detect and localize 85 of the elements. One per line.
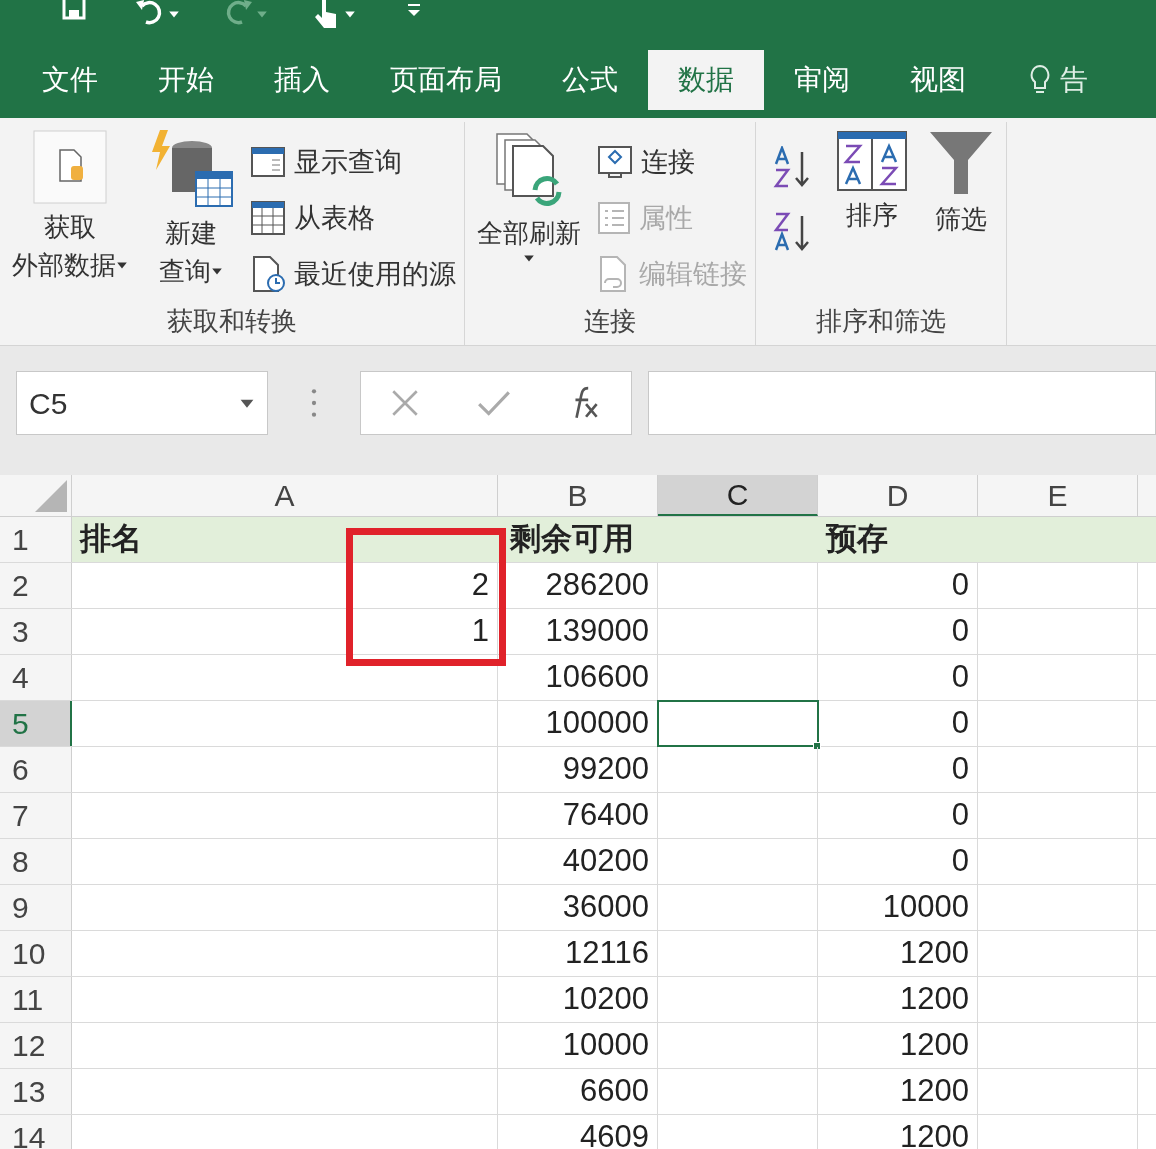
document-icon [33,130,107,204]
group-label: 排序和筛选 [815,305,947,338]
table-cell-text: 1200 [900,934,969,973]
row-header[interactable]: 6 [0,747,72,792]
triangle-icon [35,480,67,512]
window-icon [250,146,286,178]
table-cell-text: 99200 [562,750,649,789]
row-header[interactable]: 9 [0,885,72,930]
filter-icon [928,130,994,196]
table-cell-text: 1200 [900,1026,969,1065]
table-cell-text: 286200 [545,566,649,605]
table-cell-text: 100000 [545,704,649,743]
ribbon-tab[interactable]: 公式 [532,50,648,110]
ribbon-tab[interactable]: 文件 [12,50,128,110]
ribbon-button[interactable]: 显示查询 [250,134,456,190]
ribbon-tab[interactable]: 页面布局 [360,50,532,110]
header-cell-text: 排名 [80,520,142,559]
ribbon-tab[interactable]: 审阅 [764,50,880,110]
row-header[interactable]: 14 [0,1115,72,1149]
ribbon-button[interactable]: 新建 查询 [144,130,238,290]
table-cell-text: 1200 [900,1118,969,1149]
ribbon-button[interactable]: 筛选 [924,130,998,238]
table-cell-text: 0 [951,750,969,789]
ribbon-button[interactable]: 连接 [597,134,747,190]
tell-me-tab[interactable]: 告 [996,50,1088,110]
table-cell-text: 0 [951,704,969,743]
table-cell-text: 10000 [562,1026,649,1065]
row-header[interactable]: 4 [0,655,72,700]
column-header[interactable]: E [978,475,1138,516]
row-header[interactable]: 3 [0,609,72,654]
fill-handle[interactable] [813,742,821,750]
table-cell-text: 6600 [580,1072,649,1111]
connection-icon [597,145,633,179]
ribbon-button[interactable]: 从表格 [250,190,456,246]
table-cell-text: 1200 [900,1072,969,1111]
row-header[interactable]: 8 [0,839,72,884]
table-cell-text: 1 [471,612,489,651]
ribbon-tab[interactable]: 插入 [244,50,360,110]
row-header[interactable]: 7 [0,793,72,838]
table-icon [250,200,286,236]
ribbon-button[interactable]: 最近使用的源 [250,246,456,302]
table-cell-text: 0 [951,658,969,697]
sort-ascending-icon[interactable] [772,146,812,190]
header-cell-text: 预存 [826,520,888,559]
header-cell-text: 剩余可用 [510,520,634,559]
table-cell-text: 0 [951,612,969,651]
lightbulb-icon [1028,64,1052,96]
group-label: 获取和转换 [166,305,298,338]
column-header[interactable]: A [72,475,498,516]
group-label: 连接 [583,305,637,338]
column-header[interactable]: C [658,475,818,516]
table-cell-text: 36000 [562,888,649,927]
table-cell-text: 1200 [900,980,969,1019]
ribbon-button[interactable]: 排序 [832,130,912,234]
table-cell-text: 2 [471,566,489,605]
row-header[interactable]: 5 [0,701,72,746]
ribbon-button[interactable]: 获取 外部数据 [8,130,132,284]
table-cell-text: 4609 [580,1118,649,1149]
row-header[interactable]: 13 [0,1069,72,1114]
document-clock-icon [250,255,286,293]
ribbon-tab[interactable]: 数据 [648,50,764,110]
row-header[interactable]: 1 [0,517,72,562]
table-cell-text: 0 [951,796,969,835]
table-cell-text: 0 [951,566,969,605]
cell-reference: C5 [29,385,68,422]
ribbon-tab[interactable]: 视图 [880,50,996,110]
table-cell-text: 12116 [565,934,649,973]
table-cell-text: 0 [951,842,969,881]
row-header[interactable]: 2 [0,563,72,608]
formula-field[interactable] [648,371,1156,435]
row-header[interactable]: 10 [0,931,72,976]
list-icon [597,201,631,235]
table-cell-text: 40200 [562,842,649,881]
row-header[interactable]: 12 [0,1023,72,1068]
column-header[interactable]: D [818,475,978,516]
table-cell-text: 139000 [545,612,649,651]
name-box[interactable]: C5 [16,371,268,435]
table-cell-text: 76400 [562,796,649,835]
ribbon-button[interactable]: 全部刷新 [473,130,585,264]
row-header[interactable]: 11 [0,977,72,1022]
table-cell-text: 10200 [562,980,649,1019]
table-cell-text: 106600 [545,658,649,697]
ribbon-tab[interactable]: 开始 [128,50,244,110]
sort-icon [836,130,908,192]
table-cell-text: 10000 [882,888,969,927]
